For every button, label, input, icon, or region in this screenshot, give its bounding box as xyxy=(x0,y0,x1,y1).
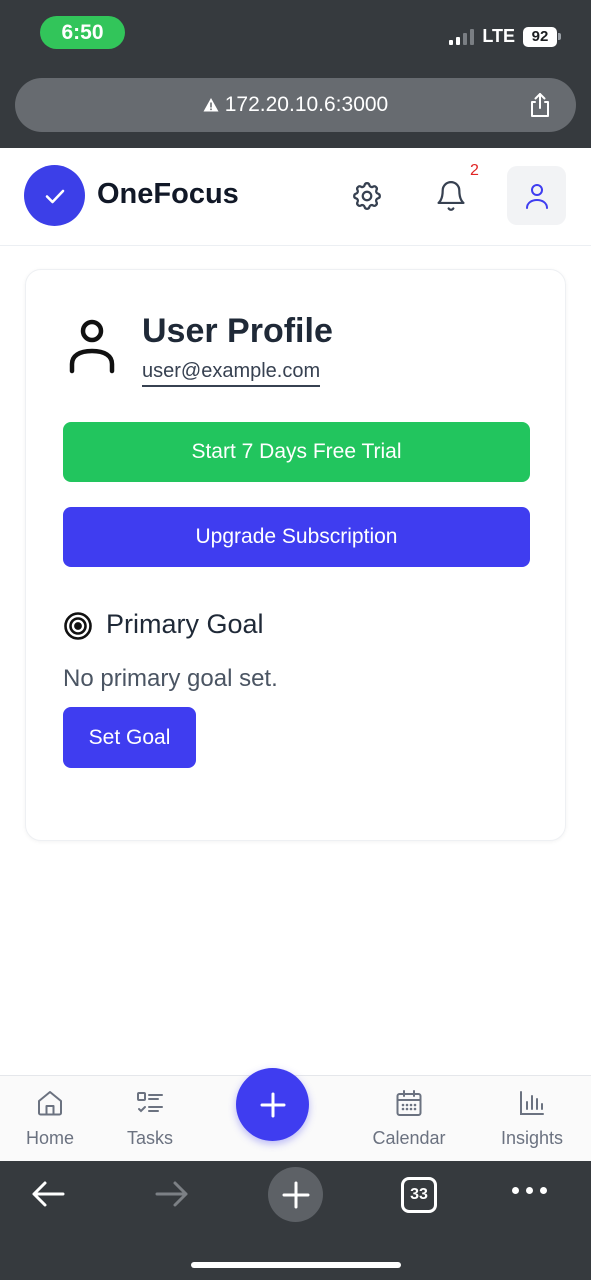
primary-goal-heading: Primary Goal xyxy=(106,609,264,639)
url-text: 172.20.10.6:3000 xyxy=(224,93,389,116)
nav-insights-label: Insights xyxy=(500,1128,564,1148)
set-goal-button[interactable]: Set Goal xyxy=(63,707,196,768)
plus-icon xyxy=(260,1092,285,1117)
calendar-icon xyxy=(396,1090,422,1116)
nav-calendar-label: Calendar xyxy=(372,1128,446,1148)
add-task-fab-button[interactable] xyxy=(236,1068,309,1141)
notifications-bell-icon[interactable] xyxy=(434,178,468,214)
logo-check-icon[interactable] xyxy=(24,165,85,226)
notification-count-badge: 2 xyxy=(470,162,479,179)
nav-tasks[interactable]: Tasks xyxy=(120,1088,180,1149)
browser-top-chrome: 6:50 LTE 92 172.20.10.6:3000 xyxy=(0,0,591,148)
upgrade-subscription-button[interactable]: Upgrade Subscription xyxy=(63,507,530,567)
share-icon[interactable] xyxy=(526,91,554,119)
nav-home[interactable]: Home xyxy=(20,1088,80,1149)
home-indicator xyxy=(191,1262,401,1268)
profile-card: User Profile user@example.com Start 7 Da… xyxy=(25,269,566,841)
nav-insights[interactable]: Insights xyxy=(494,1088,570,1149)
battery-level: 92 xyxy=(523,26,557,47)
tab-count-button[interactable]: 33 xyxy=(401,1177,437,1213)
new-tab-button[interactable] xyxy=(268,1167,323,1222)
start-trial-button[interactable]: Start 7 Days Free Trial xyxy=(63,422,530,482)
home-icon xyxy=(38,1091,62,1116)
status-indicators: LTE 92 xyxy=(449,26,561,47)
network-type: LTE xyxy=(482,26,515,46)
profile-email-link[interactable]: user@example.com xyxy=(142,360,321,387)
new-tab-plus-icon xyxy=(282,1181,309,1208)
target-icon xyxy=(64,612,92,640)
profile-button[interactable] xyxy=(507,166,566,225)
back-arrow-icon[interactable] xyxy=(30,1179,66,1209)
battery-icon: 92 xyxy=(523,26,561,47)
nav-tasks-label: Tasks xyxy=(126,1128,173,1148)
settings-gear-icon[interactable] xyxy=(350,179,384,213)
nav-home-label: Home xyxy=(25,1128,74,1148)
app-name[interactable]: OneFocus xyxy=(97,178,239,211)
warning-icon xyxy=(203,98,219,112)
forward-arrow-icon[interactable] xyxy=(154,1179,190,1209)
nav-calendar[interactable]: Calendar xyxy=(364,1088,454,1149)
app-header: OneFocus 2 xyxy=(0,148,591,246)
tasks-list-icon xyxy=(137,1092,163,1113)
user-avatar-icon xyxy=(69,319,115,374)
address-bar[interactable]: 172.20.10.6:3000 xyxy=(15,78,576,132)
signal-icon xyxy=(449,28,475,45)
insights-chart-icon xyxy=(520,1091,544,1115)
more-menu-icon[interactable] xyxy=(512,1187,547,1194)
goal-empty-text: No primary goal set. xyxy=(63,665,278,692)
profile-title: User Profile xyxy=(142,312,333,350)
status-time: 6:50 xyxy=(40,16,125,49)
